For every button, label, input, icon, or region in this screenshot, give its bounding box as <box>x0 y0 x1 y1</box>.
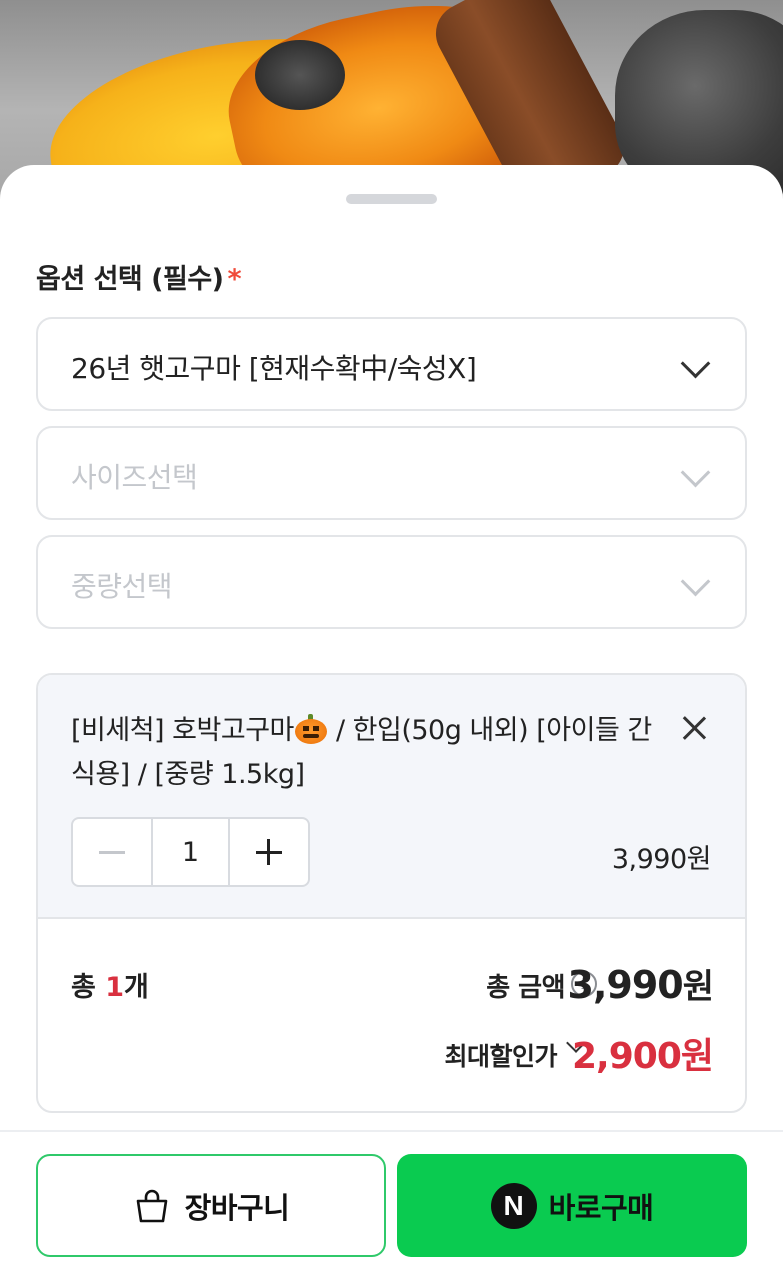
chevron-down-icon <box>683 462 705 484</box>
size-select[interactable]: 사이즈선택 <box>36 426 747 520</box>
max-discount-price: 2,900원 <box>572 1036 714 1077</box>
total-amount-value: 3,990 <box>567 963 684 1007</box>
increase-button[interactable] <box>230 819 308 885</box>
required-mark: * <box>227 264 242 295</box>
item-name-part1: [비세척] 호박고구마 <box>71 715 294 746</box>
quantity-stepper: 1 <box>71 817 310 887</box>
selected-item-name: [비세척] 호박고구마 / 한입(50g 내외) [아이들 간식용] / [중량… <box>71 709 671 797</box>
option-section-title: 옵션 선택 (필수) * <box>36 257 242 296</box>
total-count: 총 1개 <box>71 965 149 1004</box>
glove-fingertip <box>255 40 345 110</box>
variety-select-value: 26년 햇고구마 [현재수확中/숙성X] <box>71 352 477 385</box>
total-count-prefix: 총 <box>71 972 106 1003</box>
chevron-down-icon <box>683 353 705 375</box>
close-icon[interactable] <box>679 713 709 743</box>
add-to-cart-label: 장바구니 <box>184 1190 290 1225</box>
total-amount-unit: 원 <box>682 967 714 1007</box>
total-count-suffix: 개 <box>124 972 149 1003</box>
variety-select[interactable]: 26년 햇고구마 [현재수확中/숙성X] <box>36 317 747 411</box>
naver-pay-icon: N <box>490 1182 537 1229</box>
selected-item-card: [비세척] 호박고구마 / 한입(50g 내외) [아이들 간식용] / [중량… <box>36 673 747 1113</box>
total-amount: 3,990원 <box>567 959 714 1008</box>
weight-select[interactable]: 중량선택 <box>36 535 747 629</box>
quantity-value[interactable]: 1 <box>151 819 230 885</box>
weight-select-placeholder: 중량선택 <box>71 570 173 603</box>
chevron-down-icon <box>683 571 705 593</box>
option-bottom-sheet: 옵션 선택 (필수) * 26년 햇고구마 [현재수확中/숙성X] 사이즈선택 중… <box>0 165 783 1280</box>
selected-item-row: [비세척] 호박고구마 / 한입(50g 내외) [아이들 간식용] / [중량… <box>38 675 745 919</box>
add-to-cart-button[interactable]: 장바구니 <box>36 1154 386 1257</box>
shopping-bag-icon <box>136 1189 167 1222</box>
buy-now-label: 바로구매 <box>548 1190 654 1225</box>
total-amount-label: 총 금액 <box>486 973 565 1003</box>
buy-now-button[interactable]: N 바로구매 <box>397 1154 747 1257</box>
sheet-drag-handle[interactable] <box>346 194 437 204</box>
total-count-number: 1 <box>105 972 125 1003</box>
jack-o-lantern-icon <box>294 714 328 744</box>
minus-icon <box>99 850 126 854</box>
item-price: 3,990원 <box>611 844 712 875</box>
divider <box>0 1130 783 1132</box>
size-select-placeholder: 사이즈선택 <box>71 461 198 494</box>
decrease-button[interactable] <box>73 819 151 885</box>
max-discount-label[interactable]: 최대할인가 <box>444 1037 557 1073</box>
plus-icon <box>255 839 282 865</box>
option-section-title-text: 옵션 선택 (필수) <box>36 264 224 295</box>
